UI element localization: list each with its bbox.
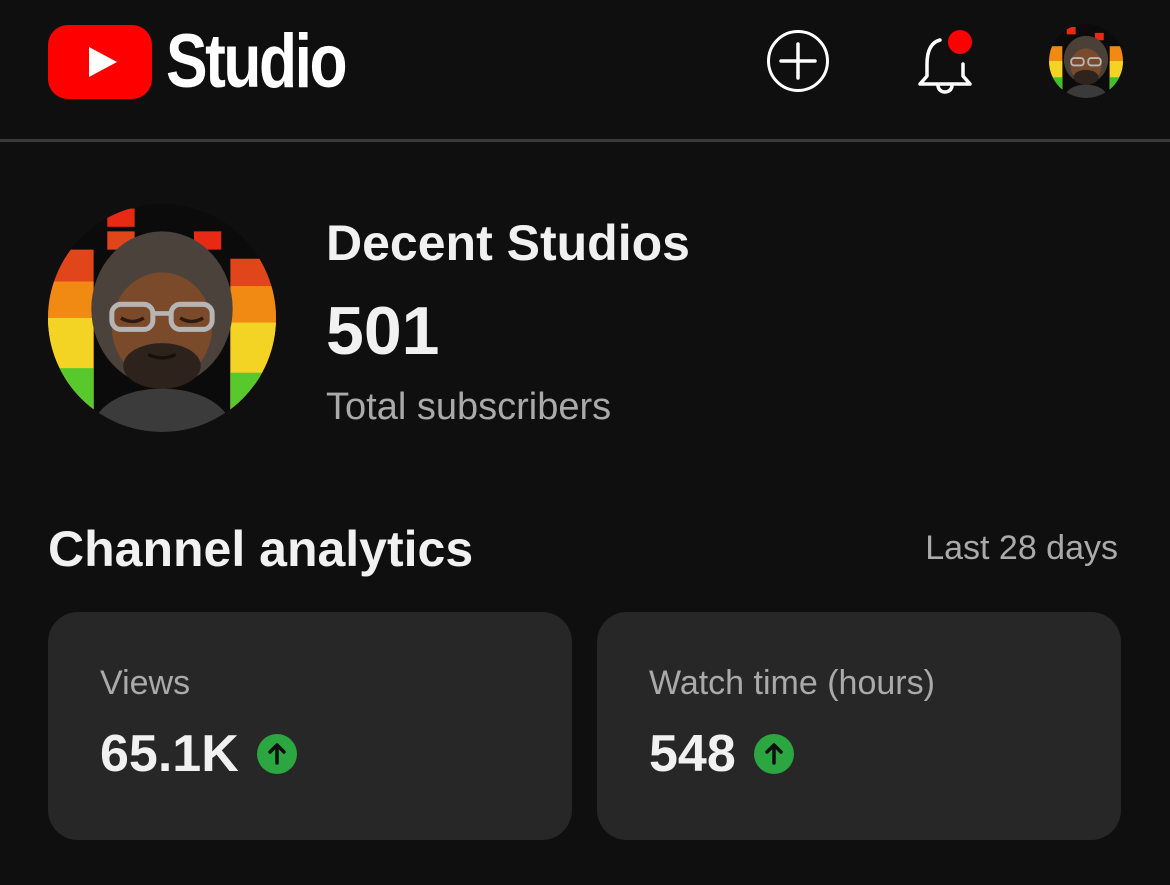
watch-time-label: Watch time (hours): [649, 664, 935, 702]
app-header: Studio: [0, 0, 1170, 142]
arrow-up-icon: [753, 734, 794, 774]
subscriber-label: Total subscribers: [326, 386, 612, 428]
views-label: Views: [100, 664, 191, 702]
arrow-up-icon: [256, 734, 297, 774]
channel-avatar: [48, 204, 276, 432]
analytics-title: Channel analytics: [48, 521, 474, 577]
channel-name: Decent Studios: [326, 215, 690, 271]
unread-badge: [944, 26, 976, 58]
logo-text: Studio: [166, 19, 348, 104]
account-avatar[interactable]: [1049, 24, 1123, 98]
create-button[interactable]: [766, 29, 830, 93]
views-value: 65.1K: [100, 725, 239, 783]
notifications-button[interactable]: [912, 24, 984, 96]
views-card[interactable]: Views 65.1K: [48, 612, 572, 840]
avatar-image: [1049, 24, 1123, 98]
bell-icon: [918, 26, 976, 94]
subscriber-count: 501: [326, 293, 440, 369]
youtube-studio-logo[interactable]: Studio: [48, 22, 384, 102]
plus-circle-icon: [767, 30, 829, 92]
youtube-play-icon: [48, 25, 152, 99]
period-label: Last 28 days: [925, 529, 1118, 567]
watch-time-card[interactable]: Watch time (hours) 548: [597, 612, 1121, 840]
channel-avatar-image: [48, 204, 276, 432]
watch-time-value: 548: [649, 725, 736, 783]
